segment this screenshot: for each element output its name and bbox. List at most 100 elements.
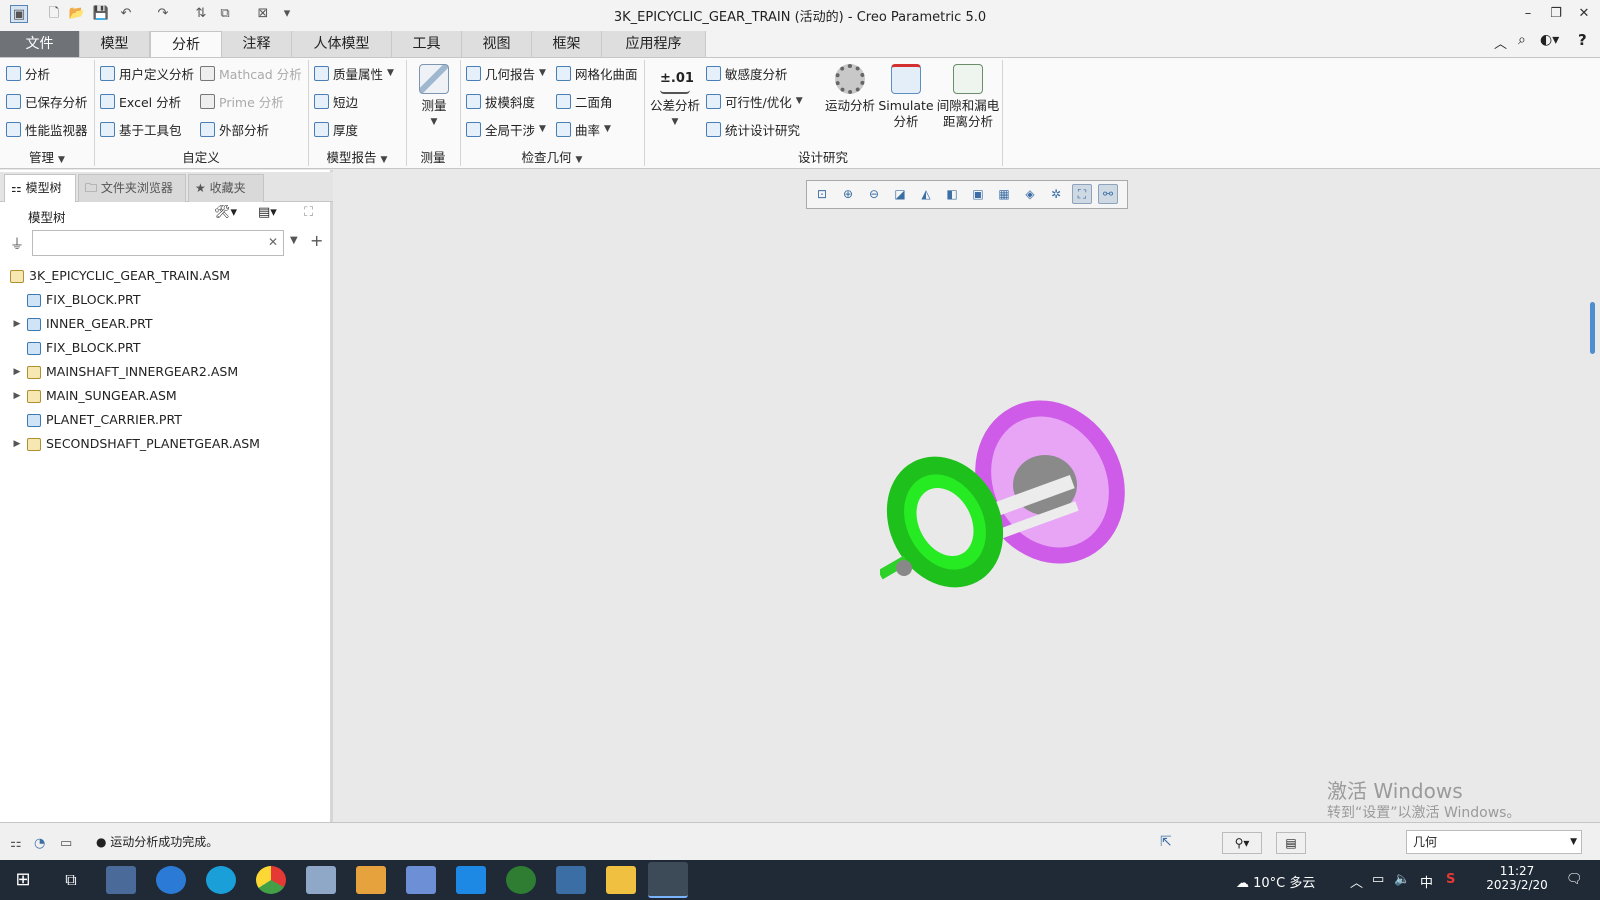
toggle-navigator-icon[interactable]: ⚏: [10, 836, 22, 851]
short-edge-button[interactable]: 短边: [314, 90, 394, 112]
windows-icon[interactable]: ⧉: [216, 5, 234, 23]
settings-icon[interactable]: 🛠▾: [214, 205, 237, 220]
mail-icon[interactable]: [456, 866, 486, 894]
selection-filter-dropdown[interactable]: 几何 ▼: [1406, 830, 1582, 854]
manage-group-label[interactable]: 管理 ▼: [0, 147, 94, 165]
tab-tools[interactable]: 工具: [392, 31, 462, 57]
tab-analysis[interactable]: 分析: [150, 31, 222, 57]
smart-select-icon[interactable]: ▤: [1276, 832, 1306, 854]
perspective-icon[interactable]: ◭: [916, 184, 936, 204]
draft-button[interactable]: 拔模斜度: [466, 90, 546, 112]
tolerance-analysis-button[interactable]: ±.01 公差分析 ▼: [648, 64, 702, 130]
tree-item[interactable]: PLANET_CARRIER.PRT: [12, 408, 182, 432]
restore-button[interactable]: ❐: [1544, 4, 1568, 24]
simulate-analysis-button[interactable]: Simulate 分析: [878, 64, 934, 130]
prime-analysis-button[interactable]: Prime 分析: [200, 90, 302, 112]
tray-expand-icon[interactable]: ︿: [1350, 872, 1363, 891]
minimize-button[interactable]: –: [1516, 4, 1540, 24]
clear-search-icon[interactable]: ✕: [268, 235, 278, 249]
thickness-button[interactable]: 厚度: [314, 118, 394, 140]
selection-mode-icon[interactable]: ⇱: [1160, 834, 1172, 850]
search-icon[interactable]: ⌕: [1518, 32, 1526, 48]
external-analysis-button[interactable]: 外部分析: [200, 118, 302, 140]
tab-annotate[interactable]: 注释: [222, 31, 292, 57]
dihedral-angle-button[interactable]: 二面角: [556, 90, 638, 112]
mathcad-analysis-button[interactable]: Mathcad 分析: [200, 62, 302, 84]
fullscreen-icon[interactable]: ▭: [60, 836, 72, 851]
tab-human-model[interactable]: 人体模型: [292, 31, 392, 57]
saved-orientations-icon[interactable]: ▣: [968, 184, 988, 204]
save-icon[interactable]: 💾: [92, 5, 110, 23]
chrome-icon[interactable]: [256, 866, 286, 894]
expand-icon[interactable]: ▶: [12, 360, 22, 384]
tab-favorites[interactable]: ★ 收藏夹: [188, 174, 264, 202]
expand-icon[interactable]: ▶: [12, 432, 22, 456]
cad-icon[interactable]: [556, 866, 586, 894]
network-icon[interactable]: ▭: [1372, 872, 1384, 887]
refit-icon[interactable]: ⊡: [812, 184, 832, 204]
tree-item[interactable]: ▶ SECONDSHAFT_PLANETGEAR.ASM: [12, 432, 260, 456]
tree-item[interactable]: ▶ INNER_GEAR.PRT: [12, 312, 153, 336]
analysis-button[interactable]: 分析: [6, 62, 88, 84]
tree-item[interactable]: ▶ MAIN_SUNGEAR.ASM: [12, 384, 177, 408]
expand-icon[interactable]: ▶: [12, 384, 22, 408]
tree-item[interactable]: FIX_BLOCK.PRT: [12, 288, 140, 312]
tree-item[interactable]: 3K_EPICYCLIC_GEAR_TRAIN.ASM: [10, 264, 230, 288]
regenerate-icon[interactable]: ⇅: [192, 5, 210, 23]
paint-icon[interactable]: [306, 866, 336, 894]
redo-icon[interactable]: ↷: [154, 5, 172, 23]
viewport-scroll-handle[interactable]: [1590, 302, 1595, 354]
excel-analysis-button[interactable]: Excel 分析: [100, 90, 194, 112]
find-icon[interactable]: ⚲▾: [1222, 832, 1262, 854]
curvature-button[interactable]: 曲率 ▼: [556, 118, 638, 140]
help-icon[interactable]: ?: [1578, 31, 1587, 49]
display-style-icon[interactable]: ◧: [942, 184, 962, 204]
motion-analysis-button[interactable]: 运动分析: [822, 64, 878, 114]
customize-toolbar-icon[interactable]: ▾: [278, 5, 296, 23]
community-icon[interactable]: ◐▾: [1540, 32, 1559, 48]
undo-icon[interactable]: ↶: [117, 5, 135, 23]
user-defined-analysis-button[interactable]: 用户定义分析: [100, 62, 194, 84]
photos-icon[interactable]: [406, 866, 436, 894]
spin-center-icon[interactable]: ⚯: [1098, 184, 1118, 204]
global-interference-button[interactable]: 全局干涉 ▼: [466, 118, 546, 140]
view-manager-icon[interactable]: ▦: [994, 184, 1014, 204]
expand-icon[interactable]: ▶: [12, 312, 22, 336]
geometry-report-button[interactable]: 几何报告 ▼: [466, 62, 546, 84]
tab-view[interactable]: 视图: [462, 31, 532, 57]
browser-icon[interactable]: ◔: [34, 836, 45, 851]
performance-monitor-button[interactable]: 性能监视器: [6, 118, 88, 140]
tree-item[interactable]: ▶ MAINSHAFT_INNERGEAR2.ASM: [12, 360, 239, 384]
zoom-out-icon[interactable]: ⊖: [864, 184, 884, 204]
windows-start-icon[interactable]: ⊞: [8, 866, 38, 894]
app-icon[interactable]: ▣: [10, 5, 28, 23]
notification-icon[interactable]: 🗨: [1566, 872, 1583, 887]
weather-widget[interactable]: ☁ 10°C 多云: [1236, 872, 1315, 891]
tab-model[interactable]: 模型: [80, 31, 150, 57]
repaint-icon[interactable]: ◪: [890, 184, 910, 204]
mesh-surface-button[interactable]: 网格化曲面: [556, 62, 638, 84]
tree-item[interactable]: FIX_BLOCK.PRT: [12, 336, 140, 360]
volume-icon[interactable]: 🔈: [1394, 872, 1410, 887]
model-report-group-label[interactable]: 模型报告 ▼: [308, 147, 406, 165]
ime-indicator[interactable]: 中: [1420, 872, 1433, 891]
clearance-creepage-button[interactable]: 间隙和漏电 距离分析: [936, 64, 1000, 130]
mass-properties-button[interactable]: 质量属性 ▼: [314, 62, 394, 84]
add-icon[interactable]: +: [310, 231, 323, 250]
tab-framework[interactable]: 框架: [532, 31, 602, 57]
filter-icon[interactable]: ⏚: [10, 234, 24, 254]
measure-button[interactable]: 测量 ▼: [412, 64, 456, 130]
search-options-icon[interactable]: ▼: [290, 235, 298, 246]
new-file-icon[interactable]: 🗋: [45, 5, 63, 23]
tab-applications[interactable]: 应用程序: [602, 31, 706, 57]
tab-model-tree[interactable]: ⚏ 模型树: [4, 174, 76, 202]
collapse-ribbon-icon[interactable]: ︿: [1494, 33, 1507, 52]
edge-icon[interactable]: [206, 866, 236, 894]
browser-s-icon[interactable]: [156, 866, 186, 894]
tree-search-input[interactable]: [32, 230, 284, 256]
toolkit-analysis-button[interactable]: 基于工具包: [100, 118, 194, 140]
tree-filter-icon[interactable]: ⛶: [304, 205, 313, 220]
zoom-in-icon[interactable]: ⊕: [838, 184, 858, 204]
statistical-design-button[interactable]: 统计设计研究: [706, 118, 803, 140]
saved-analysis-button[interactable]: 已保存分析: [6, 90, 88, 112]
